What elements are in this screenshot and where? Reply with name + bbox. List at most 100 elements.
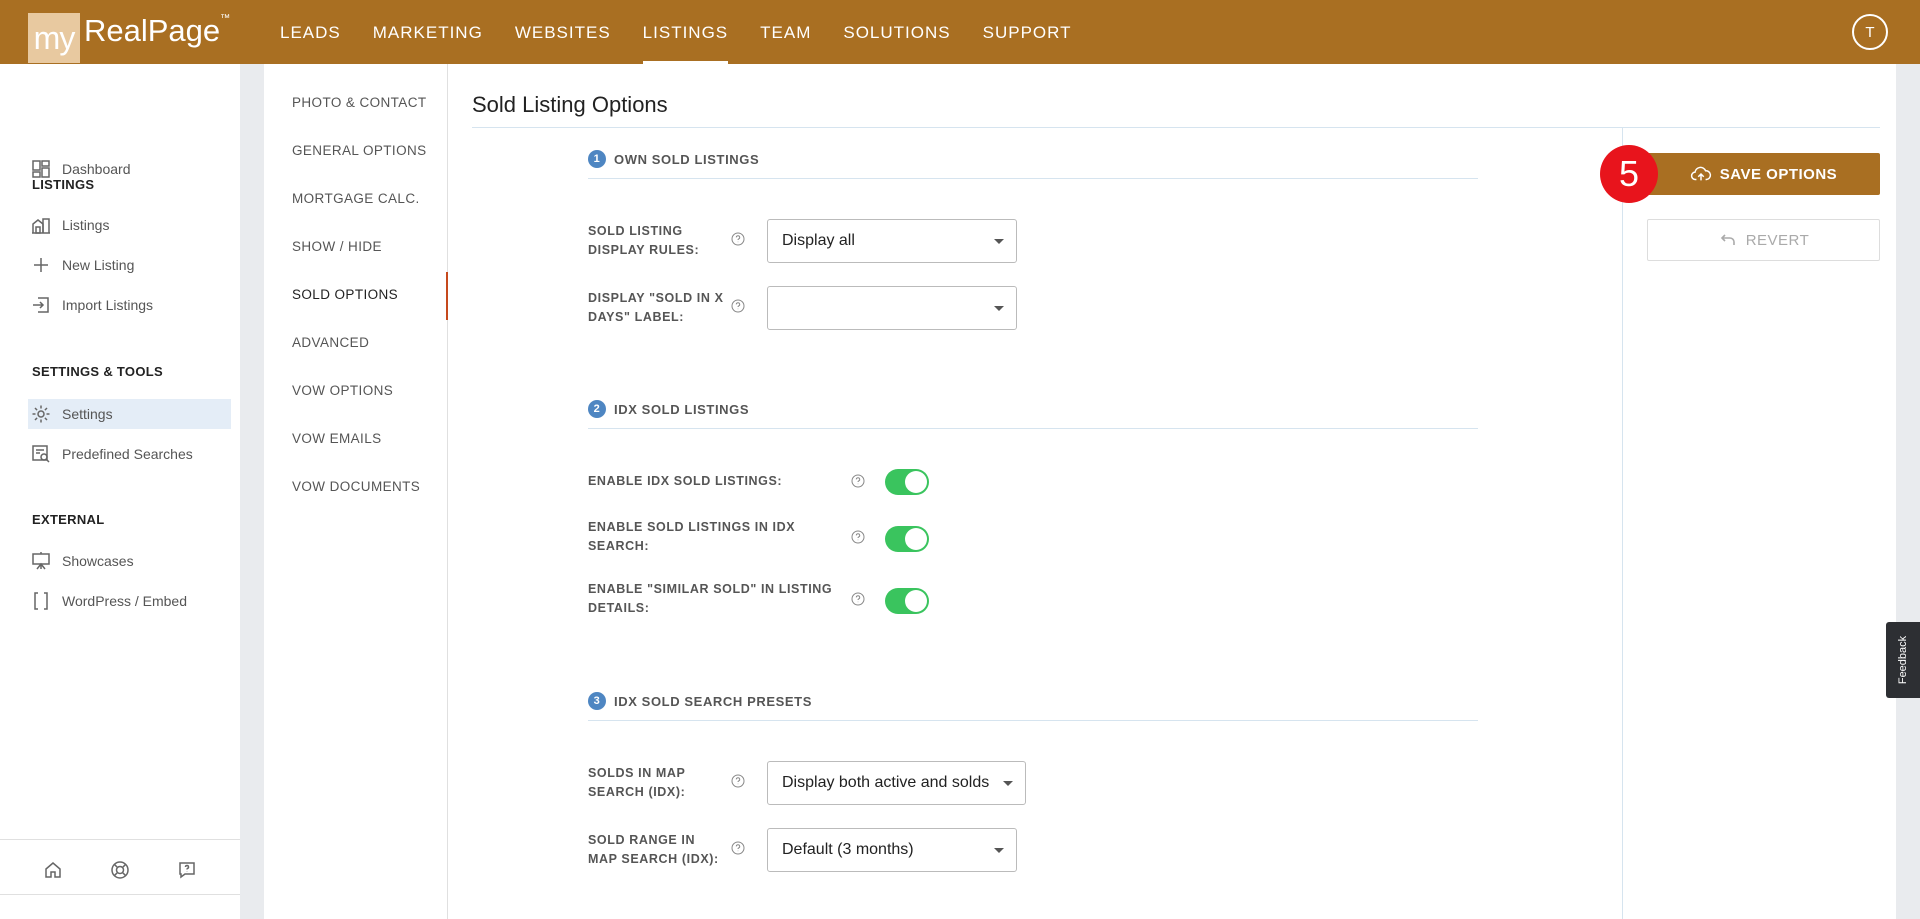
enable-similar-sold-toggle[interactable] [885,588,929,614]
logo-my: my [28,13,80,63]
chat-help-icon[interactable] [175,858,199,882]
sidebar-item-showcases[interactable]: Showcases [28,546,231,576]
sidebar-item-settings[interactable]: Settings [28,399,231,429]
logo-text: RealPage™ [84,13,231,48]
subnav-photo-contact[interactable]: PHOTO & CONTACT [292,95,427,110]
subnav-vow-emails[interactable]: VOW EMAILS [292,431,382,446]
actions-divider [1622,128,1623,919]
sidebar-item-label: Import Listings [62,297,154,313]
help-icon[interactable] [851,474,865,488]
left-sidebar: Dashboard LISTINGS Listings New Listing … [0,64,240,919]
sidebar-item-listings[interactable]: Listings [28,210,231,240]
help-icon[interactable] [851,530,865,544]
nav-leads[interactable]: LEADS [264,0,357,64]
revert-label: REVERT [1745,231,1810,249]
section-divider [588,178,1478,179]
sidebar-item-label: Listings [62,217,110,233]
subnav-general-options[interactable]: GENERAL OPTIONS [292,143,427,158]
sold-days-label: DISPLAY "SOLD IN X DAYS" LABEL: [588,291,724,324]
plus-icon [30,254,52,276]
undo-icon [1720,234,1735,245]
section-number: 3 [588,692,606,710]
sold-range-select[interactable]: Default (3 months) [767,828,1017,872]
sidebar-section-external: EXTERNAL [32,512,105,527]
myrealpage-logo[interactable]: my RealPage™ [28,13,230,63]
select-value: Display all [782,232,855,249]
nav-team[interactable]: TEAM [744,0,827,64]
caret-down-icon [994,848,1004,853]
enable-sold-in-search-toggle[interactable] [885,526,929,552]
sold-display-rules-select[interactable]: Display all [767,219,1017,263]
help-icon[interactable] [731,841,745,855]
subnav-vow-documents[interactable]: VOW DOCUMENTS [292,479,420,494]
sidebar-item-label: Settings [62,406,113,422]
step-badge: 5 [1600,145,1658,203]
section-title: IDX SOLD SEARCH PRESETS [614,693,812,709]
help-icon[interactable] [731,299,745,313]
enable-similar-sold-label: ENABLE "SIMILAR SOLD" IN LISTING DETAILS… [588,582,833,615]
select-value: Default (3 months) [782,841,914,858]
enable-idx-sold-toggle[interactable] [885,469,929,495]
caret-down-icon [994,239,1004,244]
sidebar-item-import-listings[interactable]: Import Listings [28,290,231,320]
nav-listings[interactable]: LISTINGS [627,0,744,64]
section-number: 1 [588,150,606,168]
subnav-sold-options[interactable]: SOLD OPTIONS [292,287,398,302]
enable-idx-sold-label: ENABLE IDX SOLD LISTINGS: [588,474,783,488]
building-icon [30,214,52,236]
sidebar-item-new-listing[interactable]: New Listing [28,250,231,280]
solds-map-search-select[interactable]: Display both active and solds [767,761,1026,805]
revert-button[interactable]: REVERT [1647,219,1880,261]
sold-display-rules-label: SOLD LISTING DISPLAY RULES: [588,224,700,257]
main-panel: PHOTO & CONTACT GENERAL OPTIONS MORTGAGE… [264,64,1896,919]
caret-down-icon [994,306,1004,311]
save-options-label: SAVE OPTIONS [1719,165,1838,183]
section-number: 2 [588,400,606,418]
nav-marketing[interactable]: MARKETING [357,0,499,64]
subnav-mortgage-calc[interactable]: MORTGAGE CALC. [292,191,420,206]
sidebar-item-label: Dashboard [62,161,131,177]
lifebuoy-icon[interactable] [108,858,132,882]
sidebar-item-predefined-searches[interactable]: Predefined Searches [28,439,231,469]
subnav-advanced[interactable]: ADVANCED [292,335,369,350]
import-icon [30,294,52,316]
top-bar: my RealPage™ LEADS MARKETING WEBSITES LI… [0,0,1920,64]
feedback-tab[interactable]: Feedback [1886,622,1920,698]
section-title: OWN SOLD LISTINGS [614,151,760,167]
sidebar-section-listings: LISTINGS [32,177,95,192]
feedback-label: Feedback [1897,635,1909,685]
main-nav: LEADS MARKETING WEBSITES LISTINGS TEAM S… [264,0,1088,64]
page-title: Sold Listing Options [472,92,668,117]
enable-sold-in-search-label: ENABLE SOLD LISTINGS IN IDX SEARCH: [588,520,796,553]
sidebar-section-settings: SETTINGS & TOOLS [32,364,163,379]
easel-icon [30,550,52,572]
sidebar-item-wordpress[interactable]: WordPress / Embed [28,586,231,616]
section-idx-sold-search-presets: 3 IDX SOLD SEARCH PRESETS [588,692,812,710]
section-title: IDX SOLD LISTINGS [614,401,750,417]
nav-websites[interactable]: WEBSITES [499,0,627,64]
help-icon[interactable] [731,232,745,246]
section-divider [588,428,1478,429]
sidebar-footer [0,839,240,919]
nav-support[interactable]: SUPPORT [967,0,1088,64]
subnav-active-indicator [446,272,448,320]
settings-subnav: PHOTO & CONTACT GENERAL OPTIONS MORTGAGE… [264,64,448,919]
save-options-button[interactable]: SAVE OPTIONS [1647,153,1880,195]
sidebar-item-label: Predefined Searches [62,446,193,462]
help-icon[interactable] [851,592,865,606]
nav-solutions[interactable]: SOLUTIONS [827,0,966,64]
title-divider [472,127,1880,128]
user-avatar[interactable]: T [1852,14,1888,50]
solds-map-search-label: SOLDS IN MAP SEARCH (IDX): [588,766,686,799]
section-divider [588,720,1478,721]
home-icon[interactable] [41,858,65,882]
sidebar-item-label: New Listing [62,257,135,273]
sidebar-item-label: Showcases [62,553,134,569]
select-value: Display both active and solds [782,774,990,791]
brackets-icon [30,590,52,612]
cloud-upload-icon [1690,166,1711,181]
sold-days-select[interactable] [767,286,1017,330]
subnav-vow-options[interactable]: VOW OPTIONS [292,383,393,398]
help-icon[interactable] [731,774,745,788]
subnav-show-hide[interactable]: SHOW / HIDE [292,239,382,254]
